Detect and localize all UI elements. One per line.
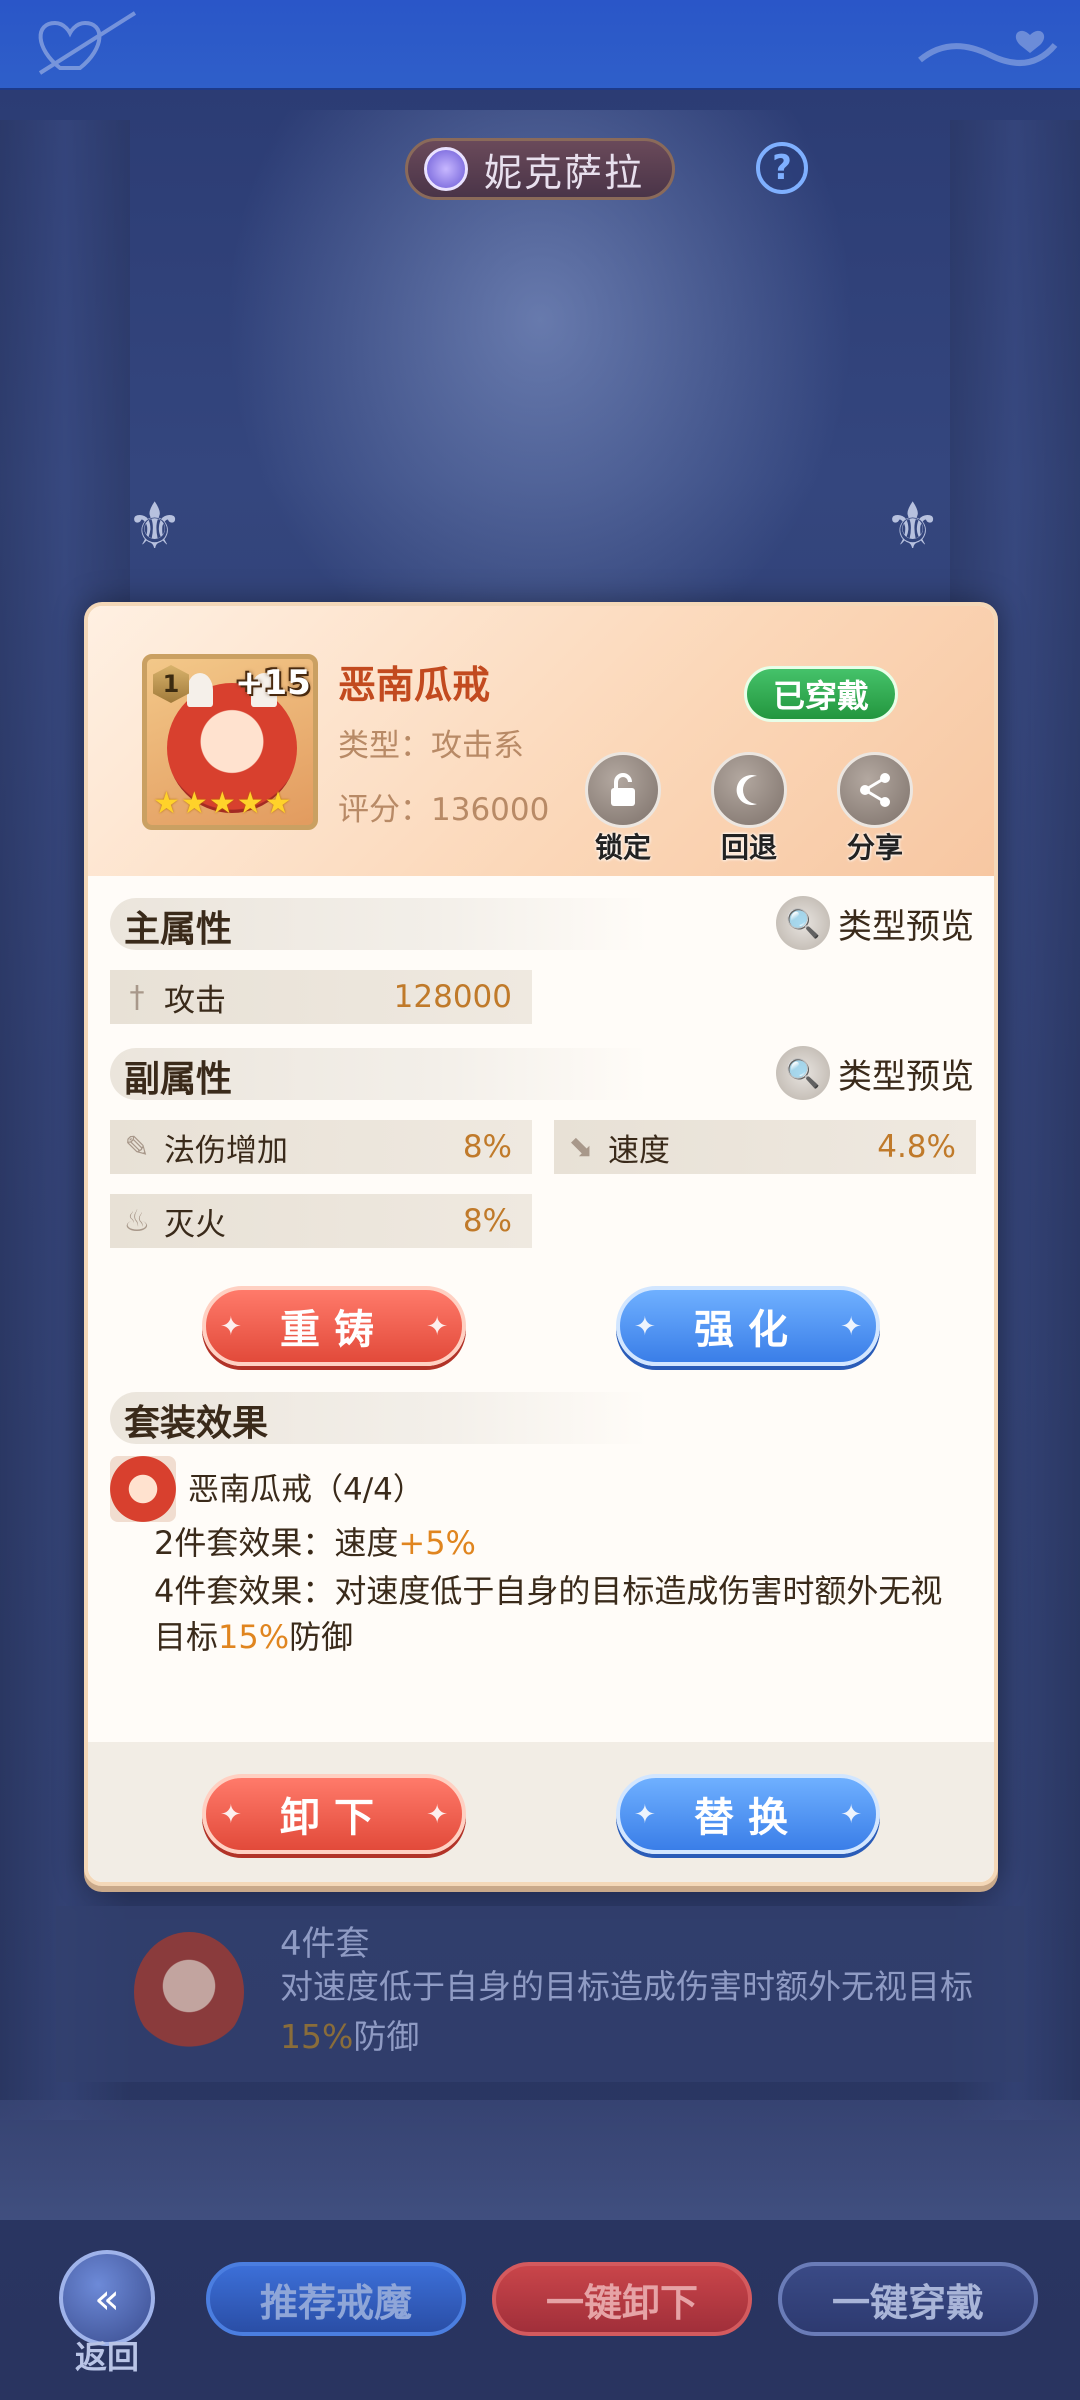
sparkle-icon: ✦ [220, 1800, 242, 1830]
magnifier-icon: 🔍 [776, 896, 830, 950]
equipment-score: 评分：136000 [338, 792, 550, 828]
fleur-right-icon: ⚜ [884, 490, 942, 564]
lock-icon [585, 752, 661, 828]
unequip-label: 卸下 [280, 1795, 388, 1841]
share-icon [837, 752, 913, 828]
stat-value: 8% [462, 1129, 512, 1165]
lock-label: 锁定 [594, 831, 651, 864]
unequip-button[interactable]: ✦ 卸下 ✦ [202, 1774, 466, 1854]
replace-label: 替换 [694, 1795, 802, 1841]
background-desc-text: 对速度低于自身的目标造成伤害时额外无视目标 [280, 1967, 973, 2006]
star-icon: ★ [264, 786, 292, 821]
stat-attack: † 攻击 128000 [110, 970, 532, 1024]
sparkle-icon: ✦ [840, 1312, 862, 1342]
sword-icon: † [129, 979, 145, 1015]
background-floor [0, 2100, 1080, 2220]
stat-name: 灭火 [164, 1206, 226, 1243]
two-piece-text: 2件套效果：速度 [154, 1524, 399, 1562]
stat-value: 8% [462, 1203, 512, 1239]
cloud-heart-icon [918, 30, 1058, 66]
two-piece-effect: 2件套效果：速度+5% [154, 1520, 974, 1566]
equipment-detail-modal: 1 +15 ★ ★ ★ ★ ★ 恶南瓜戒 类型：攻击系 评分：136000 已穿… [84, 602, 998, 1886]
share-button[interactable]: 分享 [832, 752, 918, 866]
stat-value: 4.8% [877, 1129, 956, 1165]
preview-label: 类型预览 [838, 906, 974, 947]
background-set-panel: 4件套 对速度低于自身的目标造成伤害时额外无视目标 15%防御 [56, 1906, 1024, 2082]
stat-magic-damage: ✎ 法伤增加 8% [110, 1120, 532, 1174]
rewind-label: 回退 [720, 831, 777, 864]
equip-all-button[interactable]: 一键穿戴 [778, 2262, 1038, 2336]
share-label: 分享 [846, 831, 903, 864]
sparkle-icon: ✦ [426, 1800, 448, 1830]
stat-name: 法伤增加 [164, 1132, 288, 1169]
background-avatar [134, 1932, 244, 2052]
sparkle-icon: ✦ [426, 1312, 448, 1342]
stat-value: 128000 [393, 979, 512, 1015]
fleur-left-icon: ⚜ [126, 490, 184, 564]
set-effect-title: 套装效果 [124, 1403, 269, 1444]
boot-icon: ⬊ [568, 1129, 594, 1165]
four-piece-value: 15% [218, 1618, 290, 1656]
top-banner [0, 0, 1080, 90]
sub-attr-title: 副属性 [124, 1059, 233, 1100]
equipment-type: 类型：攻击系 [338, 728, 524, 764]
replace-button[interactable]: ✦ 替换 ✦ [616, 1774, 880, 1854]
stat-extinguish: ♨ 灭火 8% [110, 1194, 532, 1248]
main-attr-preview-button[interactable]: 🔍 类型预览 [776, 896, 974, 950]
sparkle-icon: ✦ [840, 1800, 862, 1830]
recommend-button[interactable]: 推荐戒魔 [206, 2262, 466, 2336]
background-set-desc: 对速度低于自身的目标造成伤害时额外无视目标 15%防御 [280, 1962, 1000, 2062]
star-icon: ★ [208, 786, 236, 821]
rewind-button[interactable]: 回退 [706, 752, 792, 866]
character-title-plate: 妮克萨拉 [350, 138, 730, 200]
star-icon: ★ [236, 786, 264, 821]
enhance-level: +15 [235, 663, 311, 703]
set-name: 恶南瓜戒（4/4） [188, 1472, 424, 1508]
magnifier-icon: 🔍 [776, 1046, 830, 1100]
star-rating: ★ ★ ★ ★ ★ [153, 786, 292, 821]
stat-name: 速度 [608, 1132, 670, 1169]
sub-attr-preview-button[interactable]: 🔍 类型预览 [776, 1046, 974, 1100]
help-button[interactable]: ? [756, 142, 808, 194]
horn-left [187, 673, 213, 707]
equipped-status-badge: 已穿戴 [744, 666, 898, 722]
four-piece-effect: 4件套效果：对速度低于自身的目标造成伤害时额外无视目标15%防御 [154, 1568, 974, 1660]
unequip-all-button[interactable]: 一键卸下 [492, 2262, 752, 2336]
back-label: 返回 [74, 2338, 139, 2376]
background-set-heading: 4件套 [280, 1924, 370, 1964]
enhance-button[interactable]: ✦ 强化 ✦ [616, 1286, 880, 1366]
character-emblem-icon [423, 147, 468, 191]
character-name: 妮克萨拉 [483, 150, 644, 195]
lock-button[interactable]: 锁定 [580, 752, 666, 866]
flame-icon: ♨ [123, 1203, 151, 1239]
stat-speed: ⬊ 速度 4.8% [554, 1120, 976, 1174]
preview-label: 类型预览 [838, 1056, 974, 1097]
character-name-pill: 妮克萨拉 [404, 138, 675, 200]
background-desc-suffix: 防御 [353, 2017, 420, 2056]
star-icon: ★ [153, 786, 180, 821]
set-avatar [110, 1456, 176, 1522]
heart-arrow-icon [38, 11, 137, 75]
enhance-label: 强化 [694, 1307, 802, 1353]
sparkle-icon: ✦ [634, 1800, 656, 1830]
equipment-card[interactable]: 1 +15 ★ ★ ★ ★ ★ [142, 654, 318, 830]
four-piece-suffix: 防御 [289, 1618, 354, 1656]
sparkle-icon: ✦ [220, 1312, 242, 1342]
two-piece-value: +5% [398, 1524, 476, 1562]
recast-label: 重铸 [280, 1307, 388, 1353]
back-button[interactable]: « 返回 [52, 2250, 162, 2378]
level-badge: 1 [153, 665, 189, 703]
background-desc-value: 15% [280, 2017, 354, 2056]
wand-icon: ✎ [124, 1129, 150, 1165]
recast-button[interactable]: ✦ 重铸 ✦ [202, 1286, 466, 1366]
rewind-icon [711, 752, 787, 828]
star-icon: ★ [180, 786, 208, 821]
equipment-header: 1 +15 ★ ★ ★ ★ ★ 恶南瓜戒 类型：攻击系 评分：136000 已穿… [88, 606, 994, 876]
main-attr-title: 主属性 [124, 909, 233, 950]
sparkle-icon: ✦ [634, 1312, 656, 1342]
equipment-name: 恶南瓜戒 [338, 663, 491, 707]
stat-name: 攻击 [164, 982, 226, 1019]
